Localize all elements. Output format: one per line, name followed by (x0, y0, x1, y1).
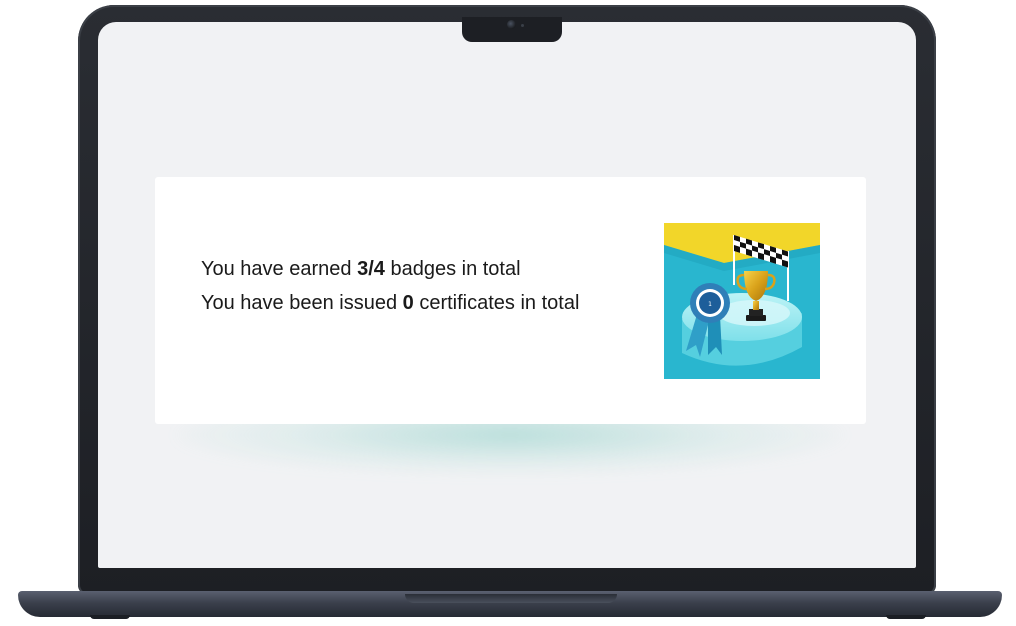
laptop-foot-left (90, 615, 130, 619)
certificates-prefix: You have been issued (201, 292, 403, 314)
badges-summary: You have earned 3/4 badges in total (201, 257, 581, 281)
laptop-mockup: You have earned 3/4 badges in total You … (0, 0, 1016, 626)
badges-prefix: You have earned (201, 258, 358, 280)
achievement-summary-text: You have earned 3/4 badges in total You … (201, 257, 581, 325)
laptop-foot-right (886, 615, 926, 619)
camera-sensor-icon (521, 24, 524, 27)
laptop-base-notch (405, 594, 617, 603)
trophy-rosette-illustration: 1 (664, 223, 820, 379)
badges-suffix: badges in total (384, 258, 521, 280)
camera-icon (507, 20, 516, 29)
certificates-suffix: certificates in total (413, 292, 580, 314)
badges-count: 3/4 (357, 258, 385, 280)
svg-text:1: 1 (708, 301, 712, 308)
achievement-summary-card: You have earned 3/4 badges in total You … (155, 177, 866, 424)
certificates-count: 0 (402, 292, 414, 314)
certificates-summary: You have been issued 0 certificates in t… (201, 291, 581, 315)
